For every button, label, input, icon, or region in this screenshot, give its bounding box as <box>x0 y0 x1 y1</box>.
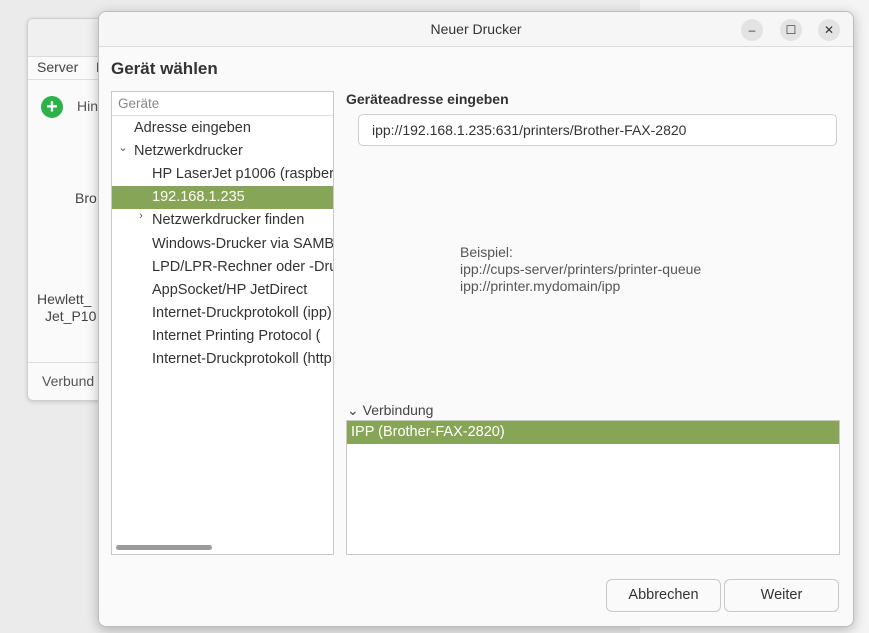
next-button[interactable]: Weiter <box>724 579 839 612</box>
expand-find-network-icon[interactable]: › <box>135 210 147 222</box>
tree-item-ipps[interactable]: Internet Printing Protocol ( <box>152 325 333 348</box>
tree-item-label: 192.168.1.235 <box>152 189 245 205</box>
printer-entry-brother[interactable]: Bro <box>75 190 97 206</box>
tree-item-label: AppSocket/HP JetDirect <box>152 282 308 298</box>
chevron-down-icon: ⌄ <box>347 402 359 418</box>
tree-item-enter-address[interactable]: Adresse eingeben <box>134 117 333 140</box>
window-title: Neuer Drucker <box>430 21 522 37</box>
example-line: ipp://cups-server/printers/printer-queue <box>460 261 702 277</box>
tree-item-label: LPD/LPR-Rechner oder -Drucker <box>152 259 333 275</box>
tree-item-http[interactable]: Internet-Druckprotokoll (http <box>152 348 333 371</box>
tree-item-ip-selected[interactable]: 192.168.1.235 <box>112 186 333 209</box>
device-tree[interactable]: Geräte Adresse eingeben ⌄ Netzwerkdrucke… <box>111 91 334 555</box>
device-tree-header[interactable]: Geräte <box>112 92 333 116</box>
tree-item-lpd[interactable]: LPD/LPR-Rechner oder -Drucker <box>152 256 333 279</box>
tree-item-label: Internet-Druckprotokoll (http <box>152 351 332 367</box>
menu-server[interactable]: Server <box>37 59 78 75</box>
connection-expander[interactable]: ⌄ Verbindung <box>347 402 433 419</box>
add-printer-label[interactable]: Hin <box>77 98 98 114</box>
example-line: ipp://printer.mydomain/ipp <box>460 278 621 294</box>
maximize-button[interactable]: ☐ <box>780 19 802 41</box>
printer-entry-hp-line1[interactable]: Hewlett_ <box>37 291 91 307</box>
close-button[interactable]: ✕ <box>818 19 840 41</box>
tree-item-label: Netzwerkdrucker finden <box>152 212 305 228</box>
tree-item-find-network-printer[interactable]: Netzwerkdrucker finden <box>152 209 333 232</box>
tree-item-label: Netzwerkdrucker <box>134 143 243 159</box>
tree-item-label: HP LaserJet p1006 (raspberry <box>152 166 333 182</box>
example-line: Beispiel: <box>460 244 513 260</box>
cancel-button[interactable]: Abbrechen <box>606 579 721 612</box>
tree-item-samba[interactable]: Windows-Drucker via SAMBA <box>152 233 333 256</box>
tree-item-ipp[interactable]: Internet-Druckprotokoll (ipp) <box>152 302 333 325</box>
tree-item-network-printers[interactable]: Netzwerkdrucker <box>134 140 333 163</box>
address-label: Geräteadresse eingeben <box>346 91 509 107</box>
connection-label: Verbindung <box>362 402 434 418</box>
connection-list[interactable]: IPP (Brother-FAX-2820) <box>346 420 840 555</box>
status-text: Verbund <box>42 373 95 389</box>
tree-item-label: Internet-Druckprotokoll (ipp) <box>152 305 332 321</box>
page-heading: Gerät wählen <box>111 59 218 78</box>
titlebar[interactable]: Neuer Drucker – ☐ ✕ <box>99 12 853 47</box>
tree-item-hp-laserjet[interactable]: HP LaserJet p1006 (raspberry <box>152 163 333 186</box>
tree-item-label: Internet Printing Protocol ( <box>152 328 321 344</box>
tree-item-label: Adresse eingeben <box>134 120 251 136</box>
example-text: Beispiel: ipp://cups-server/printers/pri… <box>460 244 701 295</box>
connection-item-selected[interactable]: IPP (Brother-FAX-2820) <box>347 421 839 444</box>
device-address-input[interactable] <box>358 114 837 146</box>
printer-entry-hp-line2[interactable]: Jet_P10 <box>45 308 96 324</box>
horizontal-scrollbar[interactable] <box>116 545 212 550</box>
tree-item-appsocket[interactable]: AppSocket/HP JetDirect <box>152 279 333 302</box>
new-printer-dialog: Neuer Drucker – ☐ ✕ Gerät wählen Geräte … <box>98 11 854 627</box>
minimize-button[interactable]: – <box>741 19 763 41</box>
expand-network-icon[interactable]: ⌄ <box>117 141 129 154</box>
add-printer-icon[interactable]: + <box>41 96 63 118</box>
tree-item-label: Windows-Drucker via SAMBA <box>152 236 333 252</box>
